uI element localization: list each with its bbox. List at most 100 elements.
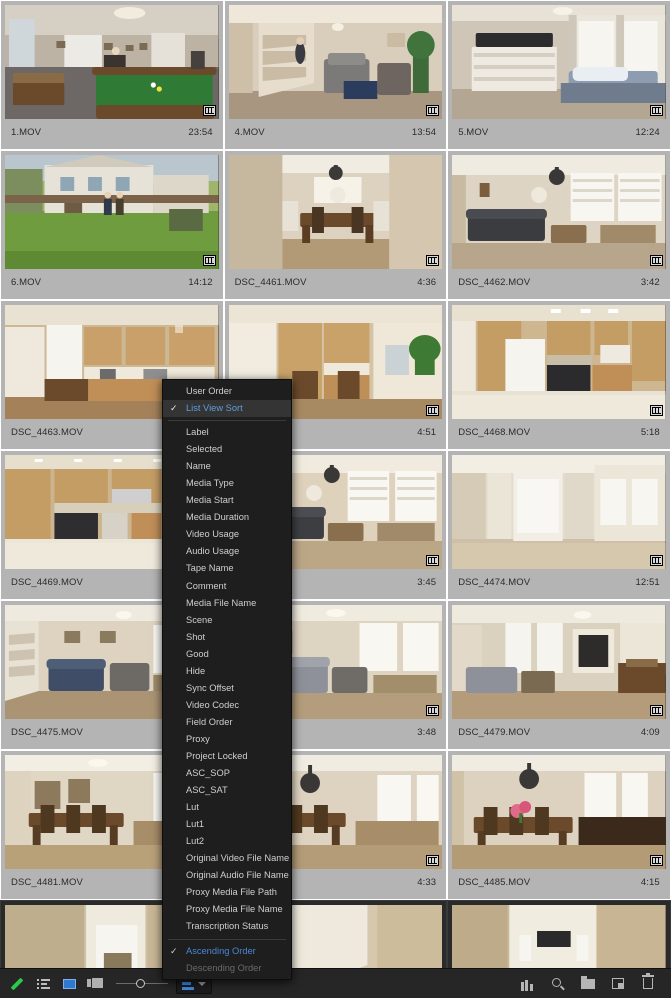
clip-duration: 4:09	[640, 726, 660, 738]
menu-item-good[interactable]: Good	[163, 646, 291, 663]
menu-item-label: Lut1	[186, 819, 205, 830]
menu-item-selected[interactable]: Selected	[163, 441, 291, 458]
list-view-icon	[36, 978, 50, 989]
clip-name: DSC_4469.MOV	[11, 576, 83, 588]
thumbnail-grid[interactable]: 1.MOV 23:54 4.MOV 13:54 5.MOV 12:24 6.MO…	[0, 0, 671, 968]
media-thumbnail-cell[interactable]: 5.MOV 12:24	[447, 0, 671, 150]
menu-item-label: ASC_SAT	[186, 785, 228, 796]
thumbnail-image[interactable]	[452, 455, 666, 569]
menu-item-label: Good	[186, 648, 209, 659]
filmstrip-icon	[202, 105, 216, 116]
thumbnail-image[interactable]	[5, 5, 219, 119]
thumbnail-image[interactable]	[228, 155, 443, 269]
thumbnail-image[interactable]	[452, 605, 666, 719]
menu-item-label: Original Audio File Name	[186, 870, 289, 881]
menu-item-lut1[interactable]: Lut1	[163, 816, 291, 833]
thumbnail-size-slider[interactable]	[116, 975, 168, 993]
thumbnail-image[interactable]	[5, 155, 219, 269]
menu-item-ascending-order[interactable]: ✓ Ascending Order	[163, 943, 291, 960]
clip-name: DSC_4463.MOV	[11, 426, 83, 438]
clip-duration: 23:54	[188, 126, 213, 138]
new-bin-button[interactable]	[575, 972, 601, 996]
menu-item-media-start[interactable]: Media Start	[163, 492, 291, 509]
grid-row: DSC_4475.MOV 3:48 DSC_4479.MOV 4:09	[0, 600, 671, 750]
thumbnail-image[interactable]	[452, 905, 666, 968]
media-thumbnail-cell[interactable]: DSC_4485.MOV 4:15	[447, 750, 671, 900]
menu-item-label: Descending Order	[186, 962, 262, 973]
menu-item-original-audio-file-name[interactable]: Original Audio File Name	[163, 867, 291, 884]
menu-item-label: Project Locked	[186, 750, 248, 761]
media-thumbnail-cell[interactable]: DSC_4468.MOV 5:18	[447, 300, 671, 450]
menu-item-comment[interactable]: Comment	[163, 578, 291, 595]
menu-item-original-video-file-name[interactable]: Original Video File Name	[163, 850, 291, 867]
menu-item-video-usage[interactable]: Video Usage	[163, 526, 291, 543]
media-thumbnail-cell[interactable]: DSC_4479.MOV 4:09	[447, 600, 671, 750]
sort-context-menu[interactable]: User Order ✓ List View Sort Label Selecte…	[162, 379, 292, 980]
menu-item-label: Media File Name	[186, 597, 257, 608]
media-thumbnail-cell[interactable]: DSC_4474.MOV 12:51	[447, 450, 671, 600]
menu-item-transcription-status[interactable]: Transcription Status	[163, 918, 291, 935]
slider-knob[interactable]	[136, 978, 145, 988]
menu-item-label: Proxy Media File Name	[186, 904, 283, 915]
menu-item-user-order[interactable]: User Order	[163, 383, 291, 400]
menu-item-lut[interactable]: Lut	[163, 799, 291, 816]
thumbnail-image[interactable]	[228, 5, 443, 119]
thumbnail-image[interactable]	[452, 5, 666, 119]
clip-name: DSC_4461.MOV	[234, 276, 307, 288]
menu-item-label: Tape Name	[186, 563, 234, 574]
search-button[interactable]	[545, 972, 571, 996]
menu-item-media-type[interactable]: Media Type	[163, 475, 291, 492]
thumbnail-image[interactable]	[452, 305, 666, 419]
new-item-button[interactable]	[605, 972, 631, 996]
thumbnail-meta: 1.MOV 23:54	[5, 119, 219, 145]
media-thumbnail-cell[interactable]: DSC_4462.MOV 3:42	[447, 150, 671, 300]
menu-item-asc-sat[interactable]: ASC_SAT	[163, 782, 291, 799]
media-thumbnail-cell[interactable]: 6.MOV 14:12	[0, 150, 224, 300]
thumbnail-view-button[interactable]	[56, 972, 82, 996]
menu-item-media-duration[interactable]: Media Duration	[163, 509, 291, 526]
clip-duration: 4:36	[417, 276, 437, 288]
menu-item-lut2[interactable]: Lut2	[163, 833, 291, 850]
menu-item-shot[interactable]: Shot	[163, 629, 291, 646]
thumbnail-image[interactable]	[452, 755, 666, 869]
menu-item-audio-usage[interactable]: Audio Usage	[163, 543, 291, 560]
menu-item-sync-offset[interactable]: Sync Offset	[163, 680, 291, 697]
menu-item-descending-order[interactable]: Descending Order	[163, 960, 291, 977]
menu-item-proxy[interactable]: Proxy	[163, 731, 291, 748]
annotate-pen-button[interactable]	[4, 972, 30, 996]
media-thumbnail-cell[interactable]: DSC_4461.MOV 4:36	[223, 150, 448, 300]
menu-item-media-file-name[interactable]: Media File Name	[163, 595, 291, 612]
menu-item-scene[interactable]: Scene	[163, 612, 291, 629]
filmstrip-icon	[649, 105, 663, 116]
clip-name: DSC_4462.MOV	[458, 276, 531, 288]
menu-item-name[interactable]: Name	[163, 458, 291, 475]
menu-item-video-codec[interactable]: Video Codec	[163, 697, 291, 714]
media-thumbnail-cell[interactable]: 4.MOV 13:54	[223, 0, 448, 150]
menu-item-label: Transcription Status	[186, 921, 269, 932]
menu-item-project-locked[interactable]: Project Locked	[163, 748, 291, 765]
filmstrip-icon	[426, 555, 440, 566]
menu-item-hide[interactable]: Hide	[163, 663, 291, 680]
grid-row: DSC_4469.MOV 3:45 DSC_4474.MOV 12:51	[0, 450, 671, 600]
menu-item-tape-name[interactable]: Tape Name	[163, 560, 291, 577]
filmstrip-icon	[649, 705, 663, 716]
menu-item-proxy-media-file-path[interactable]: Proxy Media File Path	[163, 884, 291, 901]
menu-item-label: Ascending Order	[186, 945, 256, 956]
metadata-columns-button[interactable]	[515, 972, 541, 996]
thumbnail-image[interactable]	[452, 155, 666, 269]
media-thumbnail-cell[interactable]	[447, 900, 671, 968]
menu-item-label[interactable]: Label	[163, 424, 291, 441]
list-view-button[interactable]	[30, 972, 56, 996]
delete-button[interactable]	[635, 972, 661, 996]
menu-item-label: ASC_SOP	[186, 768, 230, 779]
check-icon: ✓	[170, 403, 178, 414]
menu-item-asc-sop[interactable]: ASC_SOP	[163, 765, 291, 782]
media-thumbnail-cell[interactable]: 1.MOV 23:54	[0, 0, 224, 150]
menu-item-proxy-media-file-name[interactable]: Proxy Media File Name	[163, 901, 291, 918]
filmstrip-icon	[426, 705, 440, 716]
bin-toolbar[interactable]	[0, 968, 671, 998]
grid-row: 1.MOV 23:54 4.MOV 13:54 5.MOV 12:24	[0, 0, 671, 150]
filmstrip-view-button[interactable]	[82, 972, 108, 996]
menu-item-field-order[interactable]: Field Order	[163, 714, 291, 731]
menu-item-list-view-sort[interactable]: ✓ List View Sort	[163, 400, 291, 418]
